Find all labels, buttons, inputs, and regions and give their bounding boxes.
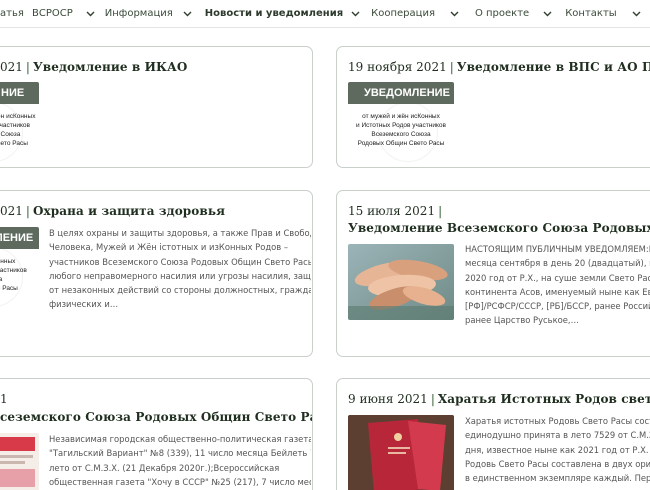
nav-item-article[interactable]: атья <box>0 0 24 27</box>
news-card-health[interactable]: 021|Охрана и защита здоровья ЛЕНИЕ ён ис… <box>0 190 313 357</box>
news-card-vps[interactable]: 19 ноября 2021|Уведомление в ВПС и АО По… <box>336 46 650 168</box>
chevron-down-icon[interactable] <box>83 11 99 17</box>
card-title-line2[interactable]: сеземского Союза Родовых Общин Свето Рас… <box>0 409 312 425</box>
news-card-icao[interactable]: 021|Уведомление в ИКАО НИЕ ужей и жён ис… <box>0 46 313 168</box>
news-card-union-notice[interactable]: 15 июля 2021 | Уведомление Всеземского Со… <box>336 190 650 357</box>
news-card-charter[interactable]: 9 июня 2021|Харатья Истотных Родов свето… <box>336 378 650 490</box>
top-navigation: атья ВСРОСР Информация Новости и уведомл… <box>0 0 650 28</box>
card-title[interactable]: 021 | Охрана и защита здоровья <box>0 203 225 219</box>
nav-item-contacts[interactable]: Контакты <box>565 0 645 27</box>
card-excerpt: Независимая городская общественно-полити… <box>49 434 311 487</box>
card-title[interactable]: 9 июня 2021|Харатья Истотных Родов свето… <box>348 391 650 407</box>
notice-thumbnail[interactable]: НИЕ ужей и жён исКонных Родов участников… <box>0 82 39 164</box>
newspaper-image-icon <box>0 433 39 490</box>
hands-photo[interactable] <box>348 244 454 320</box>
chevron-down-icon[interactable] <box>180 11 196 17</box>
nav-item-about[interactable]: О проекте <box>475 0 555 27</box>
nav-item-vsrosr[interactable]: ВСРОСР <box>32 0 99 27</box>
chevron-down-icon[interactable] <box>347 11 363 17</box>
card-title[interactable]: 1 <box>0 391 8 407</box>
notice-thumbnail[interactable]: УВЕДОМЛЕНИЕ от мужей и жён исКонных и Ис… <box>348 82 454 164</box>
hands-image-icon <box>348 244 454 320</box>
newspaper-photo[interactable] <box>0 433 39 490</box>
nav-item-information[interactable]: Информация <box>105 0 196 27</box>
chevron-down-icon[interactable] <box>629 11 645 17</box>
card-title[interactable]: 15 июля 2021 | <box>348 203 445 219</box>
chevron-down-icon[interactable] <box>447 11 463 17</box>
card-title[interactable]: 021 | Уведомление в ИКАО <box>0 59 187 75</box>
news-card-newspaper[interactable]: 1 сеземского Союза Родовых Общин Свето Р… <box>0 378 313 490</box>
nav-item-cooperation[interactable]: Кооперация <box>371 0 463 27</box>
card-excerpt: В целях охраны и защиты здоровья, а такж… <box>49 228 311 310</box>
notice-thumbnail[interactable]: ЛЕНИЕ ён исКонных одов участников о Союз… <box>0 227 39 307</box>
nav-item-news[interactable]: Новости и уведомления <box>205 0 363 27</box>
charter-image-icon <box>348 415 454 490</box>
charter-photo[interactable] <box>348 415 454 490</box>
chevron-down-icon[interactable] <box>539 11 555 17</box>
card-title[interactable]: 19 ноября 2021|Уведомление в ВПС и АО По… <box>348 59 650 75</box>
card-excerpt: НАСТОЯЩИМ ПУБЛИЧНЫМ УВЕДОМЛЯЕМ:В д месяц… <box>465 244 650 326</box>
card-title-line2[interactable]: Уведомление Всеземского Союза Родовых Об… <box>348 220 650 236</box>
card-excerpt: Харатья истотных Родовь Свето Расы соста… <box>465 416 650 484</box>
